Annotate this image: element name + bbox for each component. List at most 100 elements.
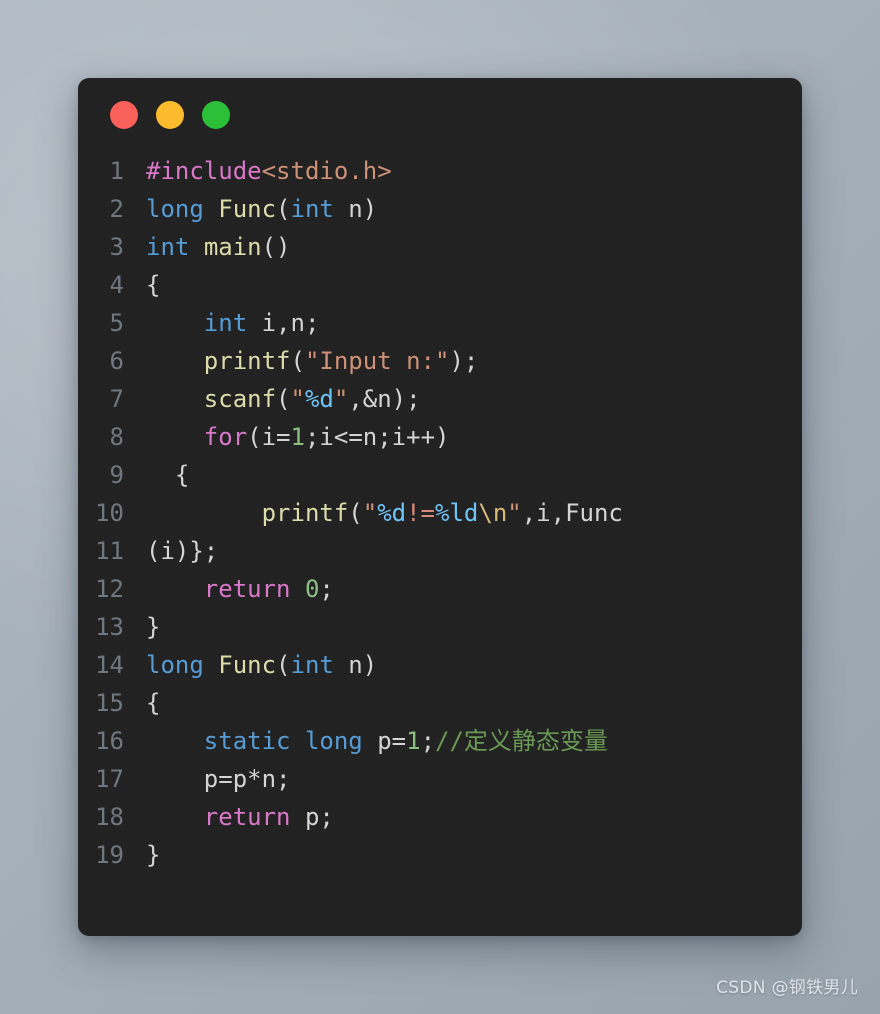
token-quote: " (290, 385, 305, 413)
code-line-source: #include<stdio.h> (146, 152, 392, 190)
token-punct: ; (319, 575, 334, 603)
code-line-source: p=p*n; (146, 760, 291, 798)
token-brace: } (146, 841, 161, 869)
token-number: 1 (290, 423, 305, 451)
close-button-icon[interactable] (110, 101, 138, 129)
code-line-source: int i,n; (146, 304, 320, 342)
line-number: 15 (95, 689, 124, 717)
token-keyword: int (203, 309, 248, 337)
code-line: 13 } (78, 608, 802, 646)
maximize-button-icon[interactable] (202, 101, 230, 129)
code-line: 10 printf("%d!=%ld\n",i,Func (78, 494, 802, 532)
token-quote: " (507, 499, 522, 527)
token-plain: p=p*n; (203, 765, 291, 793)
line-number: 1 (109, 157, 124, 185)
token-header-name: <stdio.h> (261, 157, 392, 185)
window-titlebar (78, 78, 802, 152)
line-number: 7 (109, 385, 124, 413)
token-plain: ,i,Func (521, 499, 623, 527)
token-control-keyword: for (203, 423, 248, 451)
token-plain: i,n; (247, 309, 320, 337)
line-number: 14 (95, 651, 124, 679)
token-plain: p= (362, 727, 407, 755)
code-line-source: long Func(int n) (146, 190, 377, 228)
code-line: 1 #include<stdio.h> (78, 152, 802, 190)
token-plain: n) (333, 195, 378, 223)
token-brace: } (146, 613, 161, 641)
code-snippet-card: 1 #include<stdio.h> 2 long Func(int n) 3… (78, 78, 802, 936)
csdn-watermark: CSDN @钢铁男儿 (716, 978, 858, 998)
token-format-specifier: %d (377, 499, 407, 527)
code-line: 11 (i)}; (78, 532, 802, 570)
code-line: 8 for(i=1;i<=n;i++) (78, 418, 802, 456)
code-line: 7 scanf("%d",&n); (78, 380, 802, 418)
token-keyword: static (203, 727, 291, 755)
code-line-source: printf("%d!=%ld\n",i,Func (146, 494, 623, 532)
token-function: printf (203, 347, 291, 375)
code-line-source: { (146, 266, 160, 304)
token-escape-sequence: \n (478, 499, 508, 527)
token-brace: { (146, 271, 161, 299)
token-punct: ; (420, 727, 436, 755)
line-number: 3 (109, 233, 124, 261)
line-number: 17 (95, 765, 124, 793)
token-keyword: long (146, 195, 204, 223)
minimize-button-icon[interactable] (156, 101, 184, 129)
token-brace: { (146, 689, 161, 717)
line-number: 13 (95, 613, 124, 641)
code-line: 6 printf("Input n:"); (78, 342, 802, 380)
code-line-source: } (146, 608, 160, 646)
code-line-source: for(i=1;i<=n;i++) (146, 418, 450, 456)
code-line: 2 long Func(int n) (78, 190, 802, 228)
line-number: 18 (95, 803, 124, 831)
line-number: 9 (109, 461, 124, 489)
token-punct: ( (276, 385, 291, 413)
code-line: 5 int i,n; (78, 304, 802, 342)
token-keyword: long (146, 651, 204, 679)
token-punct: ); (449, 347, 479, 375)
line-number: 6 (109, 347, 124, 375)
code-line-source: long Func(int n) (146, 646, 377, 684)
line-number: 19 (95, 841, 124, 869)
token-function: Func (218, 651, 277, 679)
token-keyword: int (146, 233, 190, 261)
token-format-specifier: %d (304, 385, 334, 413)
code-line-source: static long p=1;//定义静态变量 (146, 722, 608, 760)
code-line-source: return 0; (146, 570, 334, 608)
token-function: scanf (203, 385, 277, 413)
token-punct: ( (276, 195, 291, 223)
token-keyword: int (290, 651, 334, 679)
code-line: 16 static long p=1;//定义静态变量 (78, 722, 802, 760)
line-number: 5 (109, 309, 124, 337)
line-number: 12 (95, 575, 124, 603)
code-line: 14 long Func(int n) (78, 646, 802, 684)
code-line: 18 return p; (78, 798, 802, 836)
code-line: 15 { (78, 684, 802, 722)
code-editor-area[interactable]: 1 #include<stdio.h> 2 long Func(int n) 3… (78, 152, 802, 874)
line-number: 4 (109, 271, 124, 299)
code-line: 9 { (78, 456, 802, 494)
token-punct: ( (276, 651, 291, 679)
code-line-source: { (146, 684, 160, 722)
line-number: 8 (109, 423, 124, 451)
token-quote: " (362, 499, 378, 527)
token-control-keyword: return (203, 575, 291, 603)
token-punct: ( (348, 499, 363, 527)
token-plain: (i)}; (146, 537, 219, 565)
code-line-source: (i)}; (146, 532, 218, 570)
token-string-body: != (406, 499, 436, 527)
token-keyword: int (290, 195, 334, 223)
token-plain: ;i<=n;i++) (304, 423, 450, 451)
code-line-source: { (146, 456, 189, 494)
